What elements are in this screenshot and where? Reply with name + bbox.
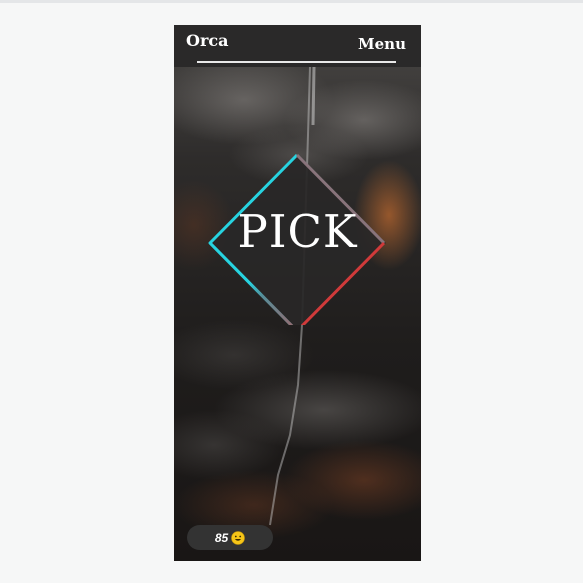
pick-label[interactable]: PICK	[174, 205, 421, 258]
header-underline	[197, 61, 396, 63]
score-value: 85	[214, 530, 229, 545]
top-navigation-bar: Orca Menu	[174, 25, 421, 67]
menu-button[interactable]: Menu	[358, 35, 406, 53]
brand-logo-text[interactable]: Orca	[186, 31, 228, 50]
grinning-face-icon	[231, 530, 245, 545]
browser-top-strip	[0, 0, 583, 3]
score-badge: 85	[187, 525, 273, 550]
app-viewport: Orca Menu PICK 85	[174, 25, 421, 561]
